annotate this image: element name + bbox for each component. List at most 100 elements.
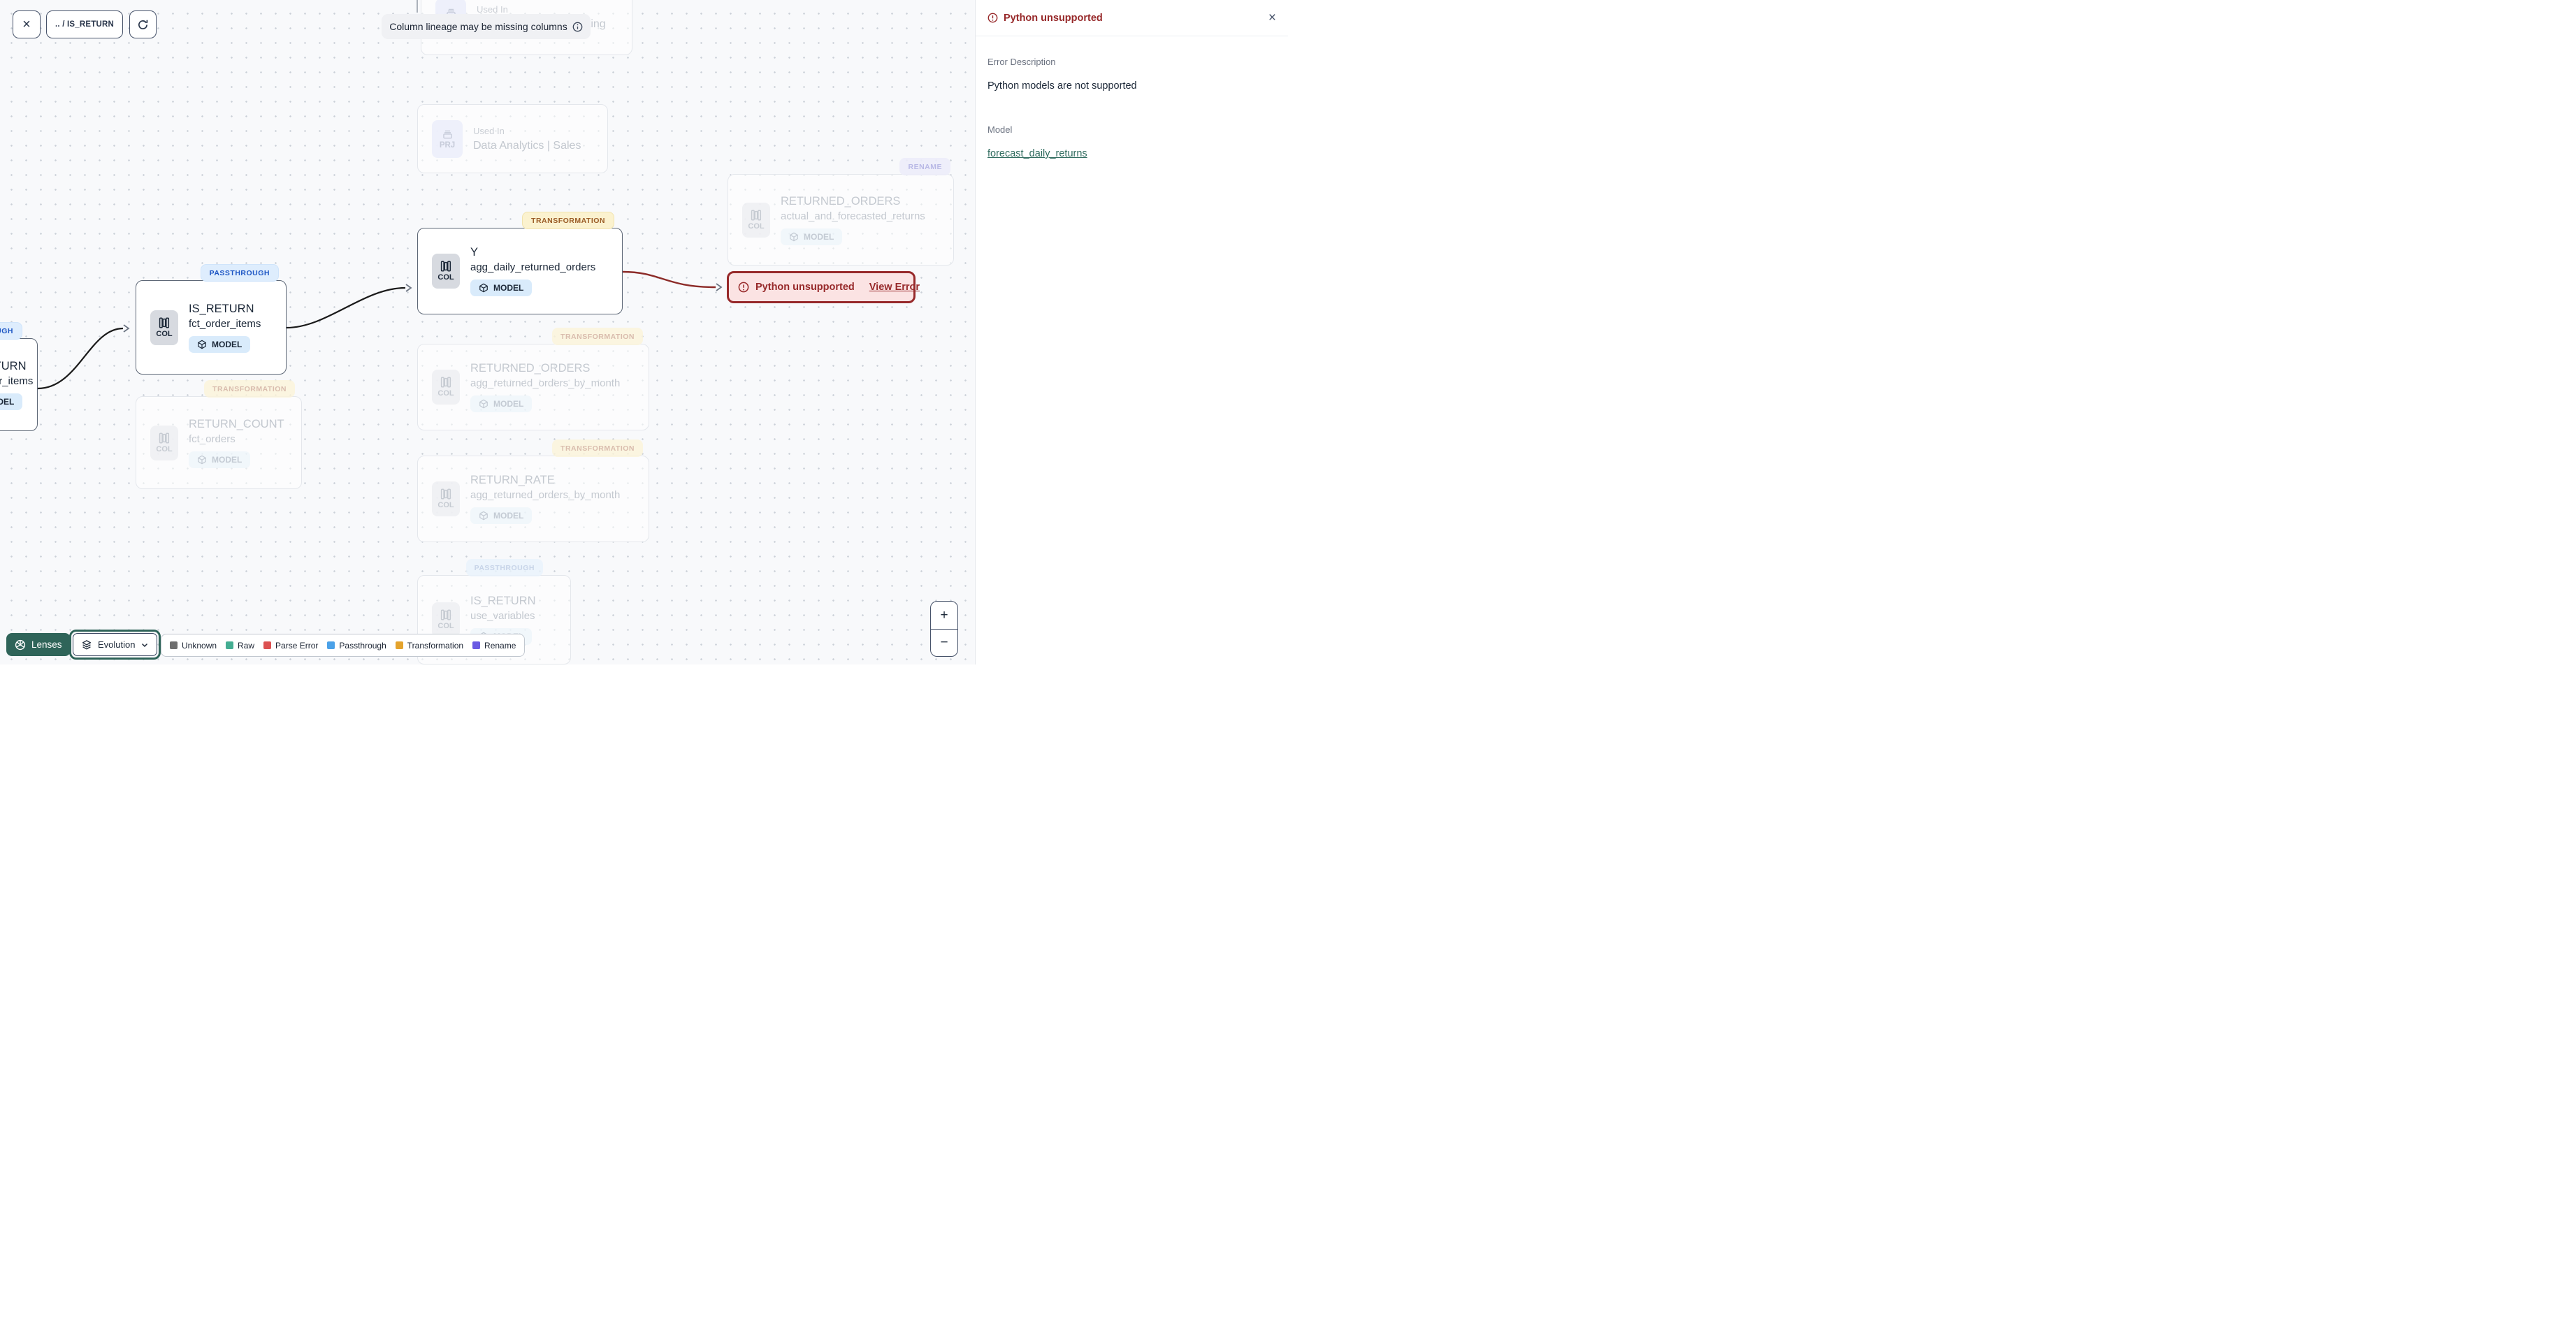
node-model-name: agg_daily_returned_orders bbox=[470, 261, 596, 273]
view-error-link[interactable]: View Error bbox=[869, 282, 920, 293]
lineage-node-used-in-sales[interactable]: PRJ Used In Data Analytics | Sales bbox=[417, 104, 608, 173]
refresh-button[interactable] bbox=[129, 10, 157, 38]
used-in-value: Data Analytics | Sales bbox=[473, 139, 581, 152]
model-pill: MODEL bbox=[0, 393, 23, 410]
model-link[interactable]: forecast_daily_returns bbox=[987, 148, 1087, 159]
lenses-button[interactable]: Lenses bbox=[6, 633, 71, 656]
legend-item-parse-error: Parse Error bbox=[263, 641, 318, 651]
legend-label: Raw bbox=[238, 640, 255, 651]
lineage-notice-banner: Column lineage may be missing columns bbox=[382, 14, 591, 39]
legend-label: Parse Error bbox=[275, 640, 319, 651]
lineage-node-return-count[interactable]: TRANSFORMATION COL RETURN_COUNT fct_orde… bbox=[136, 380, 302, 489]
used-in-label: Used In bbox=[473, 125, 505, 136]
node-title: IS_RETURN bbox=[0, 359, 27, 372]
close-icon: × bbox=[22, 16, 31, 32]
model-pill: MODEL bbox=[781, 228, 843, 245]
error-description-value: Python models are not supported bbox=[987, 80, 1137, 92]
lens-badge: TRANSFORMATION bbox=[552, 328, 643, 345]
legend-item-passthrough: Passthrough bbox=[327, 641, 386, 651]
error-detail-panel: Python unsupported × Error Description P… bbox=[975, 0, 1288, 664]
model-pill: MODEL bbox=[470, 279, 533, 296]
column-lineage-app: Python unsupported View Error Column lin… bbox=[0, 0, 1288, 664]
node-model-name: fct_order_items bbox=[0, 375, 34, 387]
chevron-down-icon bbox=[140, 641, 149, 649]
project-icon: PRJ bbox=[432, 119, 463, 158]
lineage-canvas[interactable]: Python unsupported View Error Column lin… bbox=[0, 0, 975, 664]
lens-legend: Unknown Raw Parse Error Passthrough Transfor… bbox=[161, 634, 526, 657]
panel-title: Python unsupported bbox=[1004, 12, 1103, 24]
node-model-name: actual_and_forecasted_returns bbox=[781, 210, 925, 222]
lenses-label: Lenses bbox=[31, 639, 62, 650]
legend-item-rename: Rename bbox=[472, 641, 516, 651]
cube-icon bbox=[197, 340, 207, 349]
panel-body: Error Description Python models are not … bbox=[976, 36, 1288, 163]
lens-badge: PASSTHROUGH bbox=[200, 264, 279, 282]
node-title: Y bbox=[470, 246, 479, 259]
legend-item-unknown: Unknown bbox=[170, 641, 217, 651]
model-pill: MODEL bbox=[189, 451, 251, 468]
model-label: Model bbox=[987, 124, 1013, 135]
legend-swatch bbox=[170, 641, 178, 649]
legend-label: Unknown bbox=[182, 640, 217, 651]
column-icon: COL bbox=[742, 202, 770, 238]
column-icon: COL bbox=[150, 425, 178, 460]
node-title: IS_RETURN bbox=[189, 302, 254, 315]
lens-badge: TRANSFORMATION bbox=[552, 440, 643, 457]
node-title: RETURNED_ORDERS bbox=[781, 194, 901, 208]
lens-selector-wrap: Evolution bbox=[69, 630, 161, 660]
node-title: IS_RETURN bbox=[470, 595, 536, 607]
lens-badge: PASSTHROUGH bbox=[465, 559, 543, 576]
breadcrumb[interactable]: .. / IS_RETURN bbox=[46, 10, 123, 38]
lenses-aperture-icon bbox=[15, 639, 26, 651]
legend-label: Transformation bbox=[407, 640, 464, 651]
lineage-node-upstream-is-return[interactable]: PASSTHROUGH COL IS_RETURN fct_order_item… bbox=[0, 322, 38, 431]
legend-item-raw: Raw bbox=[226, 641, 254, 651]
node-model-name: use_variables bbox=[470, 610, 535, 622]
node-model-name: agg_returned_orders_by_month bbox=[470, 377, 621, 389]
notice-text: Column lineage may be missing columns bbox=[389, 21, 567, 32]
node-title: RETURN_COUNT bbox=[189, 417, 284, 430]
lens-badge: RENAME bbox=[899, 158, 950, 175]
error-node-python-unsupported[interactable]: Python unsupported View Error bbox=[727, 271, 920, 303]
node-title: RETURNED_ORDERS bbox=[470, 362, 591, 375]
lineage-node-returned-orders-month[interactable]: TRANSFORMATION COL RETURNED_ORDERS agg_r… bbox=[417, 328, 649, 430]
lineage-node-forecast-renamed[interactable]: RENAME COL RETURNED_ORDERS actual_and_fo… bbox=[728, 158, 954, 266]
node-title: RETURN_RATE bbox=[470, 474, 555, 486]
info-icon[interactable] bbox=[572, 22, 583, 32]
legend-swatch bbox=[395, 641, 403, 649]
panel-header: Python unsupported × bbox=[976, 0, 1288, 36]
cube-icon bbox=[479, 511, 489, 521]
legend-label: Passthrough bbox=[339, 640, 386, 651]
panel-close-icon[interactable]: × bbox=[1268, 11, 1276, 24]
zoom-in-button[interactable]: + bbox=[931, 602, 957, 629]
lineage-node-is-return[interactable]: PASSTHROUGH COL IS_RETURN fct_order_item… bbox=[136, 264, 287, 375]
layers-icon bbox=[81, 639, 92, 651]
cube-icon bbox=[197, 455, 207, 465]
lineage-node-return-rate[interactable]: TRANSFORMATION COL RETURN_RATE agg_retur… bbox=[417, 440, 649, 542]
used-in-label: Used In bbox=[477, 3, 508, 15]
legend-label: Rename bbox=[484, 640, 516, 651]
lens-badge: TRANSFORMATION bbox=[204, 380, 295, 398]
lens-dropdown[interactable]: Evolution bbox=[73, 633, 158, 656]
error-description-label: Error Description bbox=[987, 57, 1056, 67]
legend-swatch bbox=[472, 641, 481, 649]
legend-swatch bbox=[226, 641, 234, 649]
lineage-node-y-agg-daily[interactable]: TRANSFORMATION COL Y agg_daily_returned_… bbox=[417, 212, 623, 314]
node-model-name: agg_returned_orders_by_month bbox=[470, 489, 621, 501]
model-pill: MODEL bbox=[189, 335, 251, 353]
legend-item-transformation: Transformation bbox=[395, 640, 464, 651]
zoom-out-button[interactable]: − bbox=[931, 628, 957, 657]
legend-swatch bbox=[263, 641, 272, 649]
model-pill: MODEL bbox=[470, 395, 533, 412]
close-lineage-button[interactable]: × bbox=[13, 10, 41, 38]
column-icon: COL bbox=[432, 602, 460, 637]
legend-swatch bbox=[327, 641, 335, 649]
column-icon: COL bbox=[432, 370, 460, 405]
model-pill: MODEL bbox=[470, 507, 533, 524]
breadcrumb-label: .. / IS_RETURN bbox=[55, 20, 114, 29]
cube-icon bbox=[479, 283, 489, 293]
cube-icon bbox=[479, 399, 489, 409]
alert-circle-icon bbox=[987, 13, 998, 23]
cube-icon bbox=[789, 232, 799, 242]
refresh-icon bbox=[137, 19, 149, 31]
